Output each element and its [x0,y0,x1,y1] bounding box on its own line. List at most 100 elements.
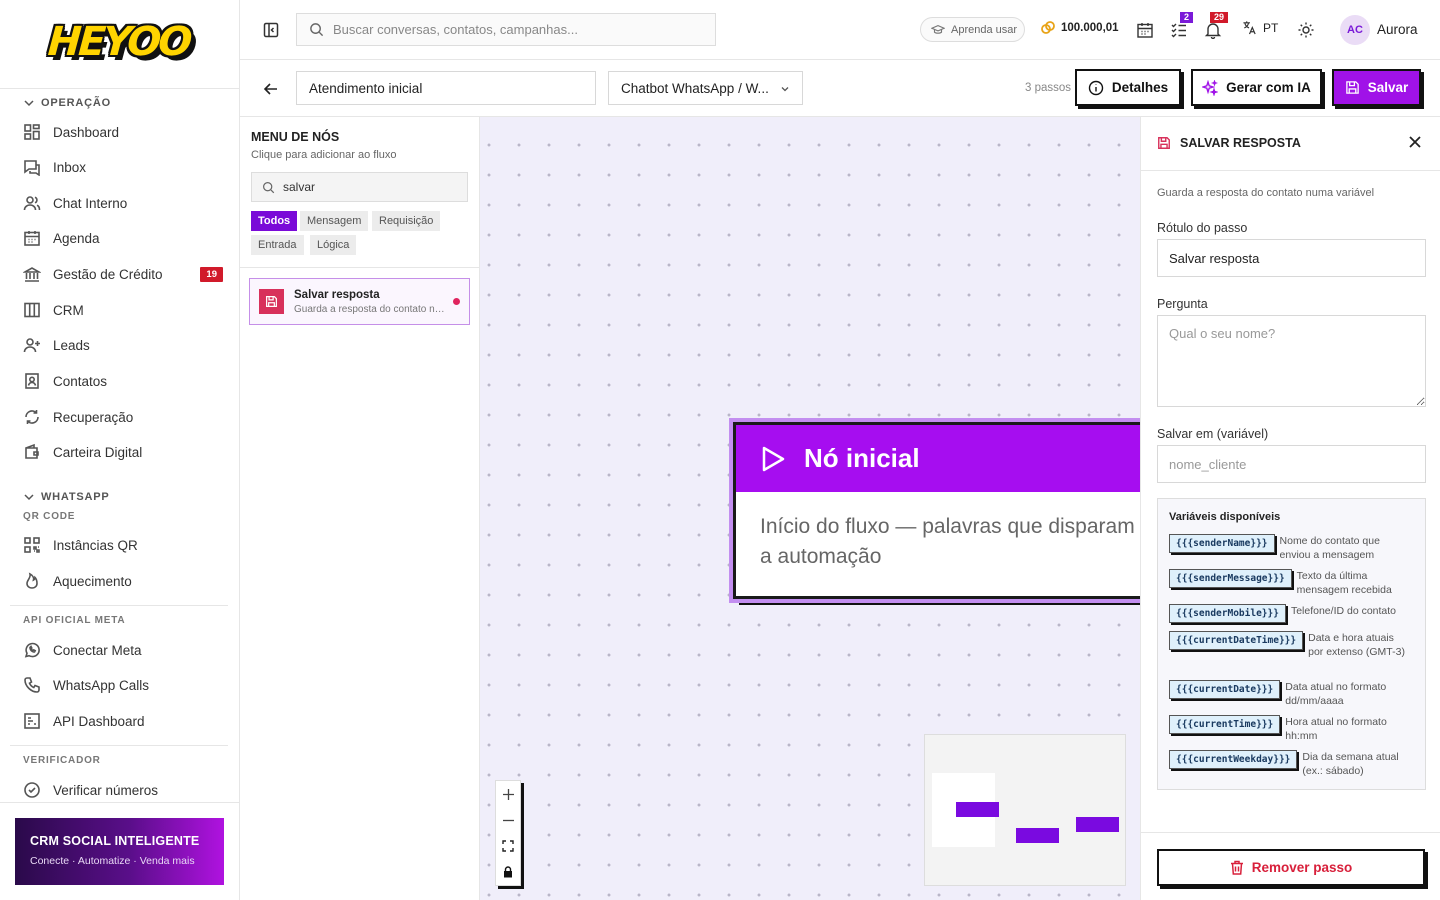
close-icon[interactable] [1409,136,1421,148]
filter-requisicao[interactable]: Requisição [372,211,441,231]
chevron-down-icon [24,494,34,501]
language-switcher[interactable]: PT [1242,20,1278,35]
details-button[interactable]: Detalhes [1075,69,1181,106]
sidebar-item-carteira-digital[interactable]: Carteira Digital [23,437,223,467]
variable-tag[interactable]: {{{senderName}}} [1169,534,1275,553]
node-search-value[interactable]: salvar [283,180,315,194]
sidebar: HEYOO OPERAÇÃO Dashboard Inbox Chat Inte… [0,0,240,900]
bell-icon[interactable] [1204,21,1222,39]
start-node-title: Nó inicial [804,443,920,473]
node-search[interactable]: salvar [251,172,468,202]
fit-view-icon [502,840,514,852]
filter-entrada[interactable]: Entrada [251,235,304,255]
credit-balance[interactable]: 100.000,01 [1040,20,1119,36]
fit-view-button[interactable] [496,833,520,859]
section-whatsapp[interactable]: WHATSAPP [24,491,110,503]
avatar[interactable]: AC [1340,15,1370,45]
sidebar-item-leads[interactable]: Leads [23,330,223,360]
plus-icon [502,788,514,800]
save-button[interactable]: Salvar [1332,69,1421,106]
translate-icon [1243,21,1256,35]
flow-canvas[interactable]: Nó inicial Início do fluxo — palavras qu… [480,117,1141,900]
minimap[interactable] [924,734,1126,886]
divider [1141,832,1440,833]
sidebar-item-conectar-meta[interactable]: Conectar Meta [23,635,223,665]
sidebar-item-inbox[interactable]: Inbox [23,152,223,182]
user-name[interactable]: Aurora [1377,22,1418,37]
generate-ai-button[interactable]: Gerar com IA [1191,69,1322,106]
learn-button[interactable]: Aprenda usar [920,17,1025,42]
variable-tag[interactable]: {{{currentDate}}} [1169,680,1281,699]
variables-title: Variáveis disponíveis [1169,511,1281,523]
info-icon [1088,80,1104,95]
remove-step-button[interactable]: Remover passo [1157,849,1425,886]
variable-desc: Nome do contato que enviou a mensagem [1279,535,1380,561]
trash-icon [1230,860,1243,875]
steps-count: 3 passos [1025,82,1072,94]
save-in-label: Salvar em (variável) [1157,427,1269,441]
minimap-node [1016,828,1059,843]
columns-icon [24,302,40,318]
step-label-input[interactable] [1157,239,1426,277]
users-icon [23,196,41,211]
sidebar-item-contatos[interactable]: Contatos [23,366,223,396]
tasks-icon[interactable] [1170,21,1188,39]
back-arrow-icon[interactable] [262,80,280,98]
lock-button[interactable] [496,859,520,885]
top-bar: Aprenda usar 100.000,01 2 29 PT AC Auror… [240,0,1440,60]
variable-tag[interactable]: {{{currentDateTime}}} [1169,631,1304,650]
sidebar-item-recuperacao[interactable]: Recuperação [23,402,223,432]
variable-desc: Telefone/ID do contato [1290,605,1397,617]
sidebar-item-instancias-qr[interactable]: Instâncias QR [23,530,223,560]
sidebar-item-whatsapp-calls[interactable]: WhatsApp Calls [23,670,223,700]
start-node[interactable]: Nó inicial Início do fluxo — palavras qu… [729,418,1141,603]
filter-todos[interactable]: Todos [251,211,298,231]
tasks-badge: 2 [1180,12,1194,23]
sidebar-item-crm[interactable]: CRM [23,295,223,325]
zoom-in-button[interactable] [496,781,520,807]
sidebar-item-gestao-credito[interactable]: Gestão de Crédito 19 [23,259,223,289]
variable-tag[interactable]: {{{currentWeekday}}} [1169,750,1298,769]
variable-tag[interactable]: {{{currentTime}}} [1169,715,1281,734]
sidebar-item-dashboard[interactable]: Dashboard [23,117,223,147]
phone-icon [24,677,40,693]
question-textarea[interactable] [1157,315,1426,407]
global-search-input[interactable] [333,22,693,37]
start-node-header: Nó inicial [736,425,1141,492]
variables-box: Variáveis disponíveis {{{senderName}}} N… [1157,498,1426,790]
theme-toggle-icon[interactable] [1297,21,1315,39]
sidebar-item-chat-interno[interactable]: Chat Interno [23,188,223,218]
zoom-out-button[interactable] [496,807,520,833]
filter-logica[interactable]: Lógica [310,235,357,255]
minus-icon [502,819,514,821]
api-icon [24,713,40,729]
whatsapp-icon [24,642,40,658]
promo-banner[interactable]: CRM SOCIAL INTELIGENTE Conecte · Automat… [15,818,224,885]
notifications-badge: 29 [1210,12,1229,23]
calendar-icon[interactable] [1136,21,1154,39]
refresh-icon [25,410,39,424]
sidebar-item-agenda[interactable]: Agenda [23,223,223,253]
variable-tag[interactable]: {{{senderMessage}}} [1169,569,1292,588]
variable-row: {{{currentDate}}} Data atual no formato … [1169,680,1403,708]
inbox-icon [24,160,40,176]
node-card-title: Salvar resposta [294,288,380,301]
sidebar-item-verificar-numeros[interactable]: Verificar números [23,775,223,802]
filter-mensagem[interactable]: Mensagem [300,211,369,231]
sidebar-item-api-dashboard[interactable]: API Dashboard [23,706,223,736]
variable-row: {{{currentWeekday}}} Dia da semana atual… [1169,750,1405,778]
global-search[interactable] [296,13,716,46]
save-icon [1158,137,1170,149]
save-in-input[interactable] [1157,445,1426,483]
node-menu-title: MENU DE NÓS [251,130,340,144]
sidebar-item-aquecimento[interactable]: Aquecimento [23,566,223,596]
logo[interactable]: HEYOO [46,19,191,65]
sidebar-toggle-icon[interactable] [262,21,280,39]
node-card-salvar-resposta[interactable]: Salvar resposta Guarda a resposta do con… [249,278,470,325]
section-operacao[interactable]: OPERAÇÃO [24,97,111,109]
channel-select[interactable]: Chatbot WhatsApp / W... [608,71,803,105]
variable-tag[interactable]: {{{senderMobile}}} [1169,604,1286,623]
flow-name-input[interactable] [296,71,596,105]
lock-icon [504,866,512,878]
variable-row: {{{senderName}}} Nome do contato que env… [1169,534,1398,562]
